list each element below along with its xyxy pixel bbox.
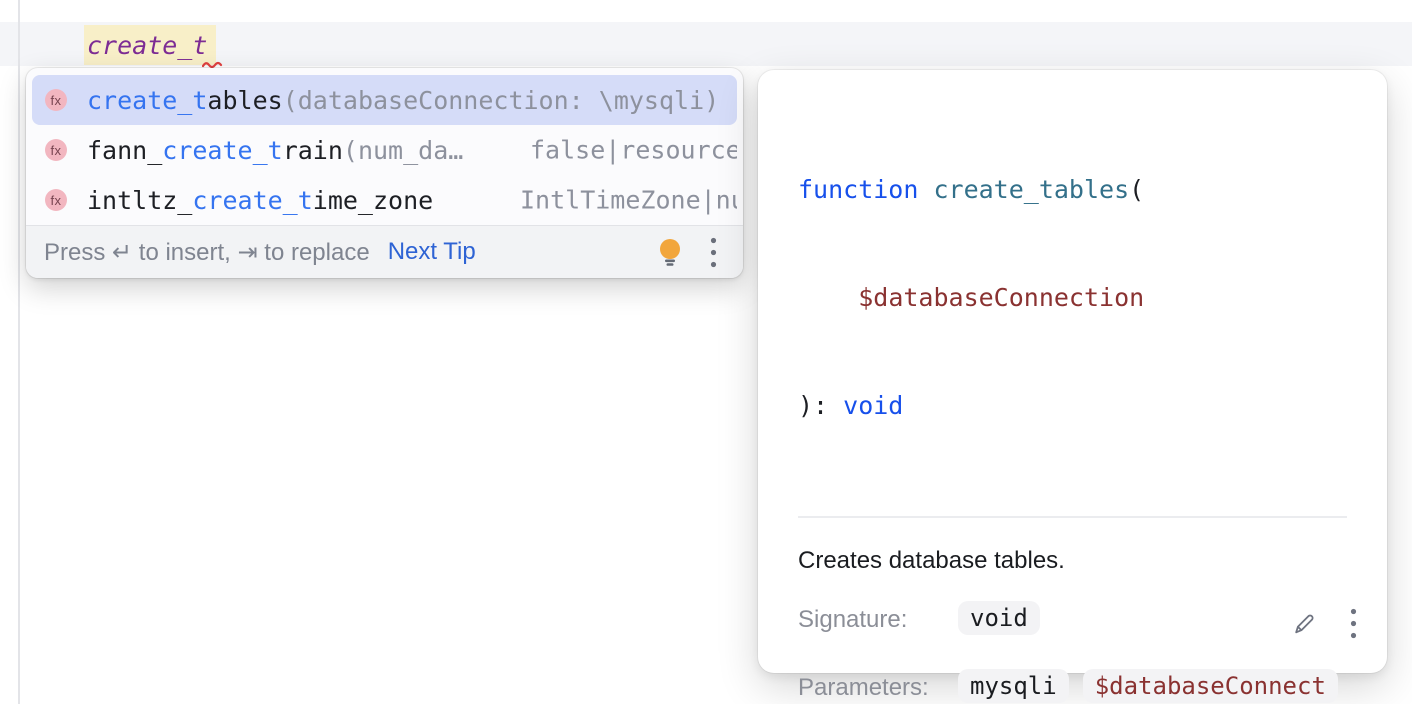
doc-divider: [798, 516, 1347, 518]
param-name-chip: $databaseConnect: [1083, 669, 1338, 703]
type-chip: void: [958, 601, 1040, 635]
doc-kebab-menu-icon[interactable]: [1350, 608, 1357, 639]
completion-item-return-type: false|resource: [530, 136, 737, 165]
completion-item-label: intltz_create_time_zone: [87, 186, 433, 215]
completion-item-label: create_tables(databaseConnection: \mysql…: [87, 86, 719, 115]
completion-item-return-type: IntlTimeZone|null: [520, 186, 737, 215]
doc-parameters-value: mysqli $databaseConnect ion – Database c…: [958, 669, 1338, 704]
doc-signature-line3: ): void: [798, 388, 1347, 424]
function-icon: fx: [45, 89, 67, 111]
doc-parameters-row: Parameters: mysqli $databaseConnect ion …: [798, 669, 1347, 704]
completion-item-fann-create-train[interactable]: fx fann_create_train(num_da… false|resou…: [32, 125, 737, 175]
doc-signature-value: void: [958, 601, 1040, 635]
doc-signature-label: Signature:: [798, 601, 958, 639]
completion-footer-bar: Press ↵ to insert, ⇥ to replace Next Tip: [26, 225, 743, 278]
completion-item-intltz-create-time-zone[interactable]: fx intltz_create_time_zone IntlTimeZone|…: [32, 175, 737, 225]
completion-hint-text: Press ↵ to insert, ⇥ to replace: [44, 238, 370, 267]
doc-signature-line2: $databaseConnection: [798, 280, 1347, 316]
lightbulb-icon[interactable]: [658, 238, 682, 266]
param-type-chip: mysqli: [958, 669, 1069, 703]
completion-item-create-tables[interactable]: fx create_tables(databaseConnection: \my…: [32, 75, 737, 125]
doc-signature-line1: function create_tables(: [798, 172, 1347, 208]
documentation-popup: function create_tables( $databaseConnect…: [758, 70, 1387, 673]
doc-function-signature: function create_tables( $databaseConnect…: [798, 100, 1347, 496]
completion-popup: fx create_tables(databaseConnection: \my…: [26, 68, 743, 278]
editor-typed-text[interactable]: create_t: [87, 31, 207, 60]
completion-list: fx create_tables(databaseConnection: \my…: [26, 68, 743, 225]
doc-description: Creates database tables.: [798, 547, 1347, 575]
function-icon: fx: [45, 139, 67, 161]
doc-parameters-label: Parameters:: [798, 669, 958, 704]
editor-gutter-divider: [18, 0, 20, 704]
doc-signature-row: Signature: void: [798, 601, 1347, 639]
edit-pencil-icon[interactable]: [1291, 610, 1318, 637]
function-icon: fx: [45, 189, 67, 211]
completion-item-label: fann_create_train(num_da…: [87, 136, 463, 165]
next-tip-link[interactable]: Next Tip: [388, 238, 476, 266]
completion-kebab-menu-icon[interactable]: [710, 237, 717, 268]
